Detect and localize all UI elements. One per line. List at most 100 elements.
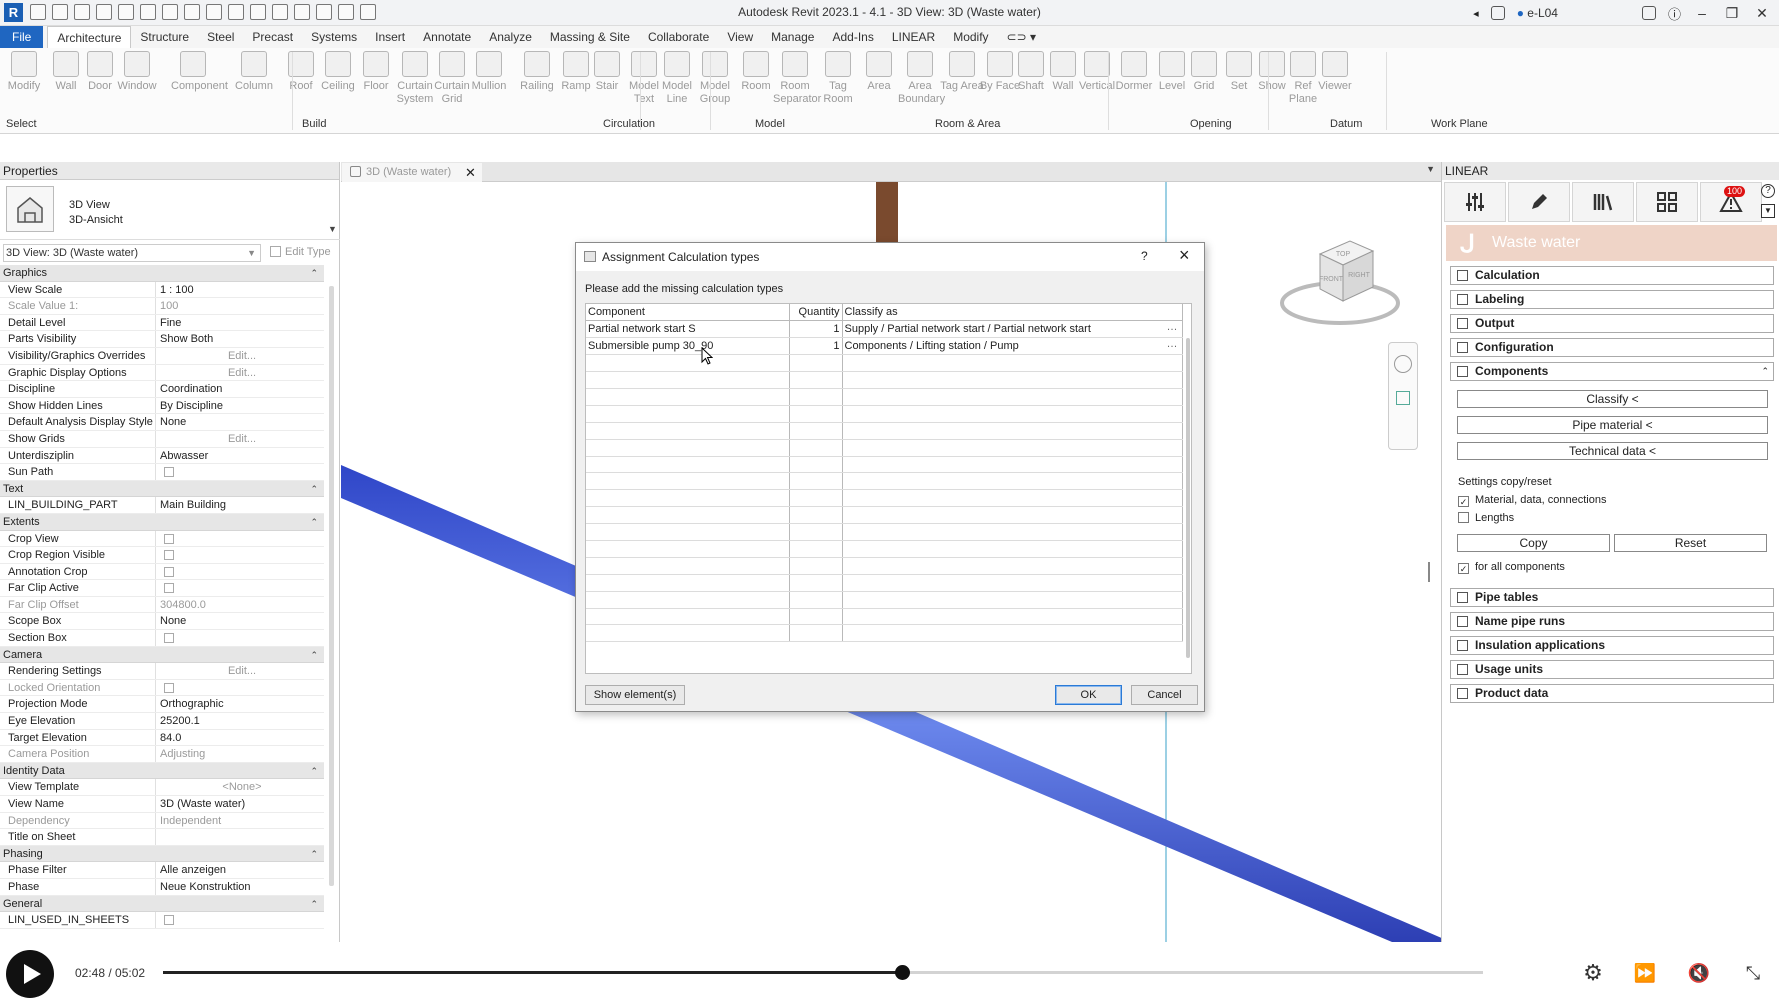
vertical-brown-pipe[interactable] <box>876 182 898 242</box>
property-row-far-clip-active[interactable]: Far Clip Active <box>0 580 324 597</box>
tab-modify[interactable]: Modify <box>944 26 997 48</box>
checkbox[interactable] <box>164 915 174 926</box>
checkbox-material-data-connections[interactable]: ✓ Material, data, connections <box>1458 493 1606 507</box>
section-phasing[interactable]: Phasing ⌃ <box>0 845 324 863</box>
property-row-graphic-display-options[interactable]: Graphic Display Options Edit... <box>0 364 324 382</box>
property-row-camera-position[interactable]: Camera Position Adjusting <box>0 746 324 763</box>
property-row-section-box[interactable]: Section Box <box>0 630 324 647</box>
collapse-icon[interactable]: ⌃ <box>310 647 318 664</box>
property-value[interactable]: Fine <box>156 315 324 331</box>
ribbon-tool-room[interactable]: Room <box>734 51 778 93</box>
ribbon-tool-room-separator[interactable]: Room Separator <box>773 51 821 106</box>
text-icon[interactable] <box>228 4 244 20</box>
property-value[interactable] <box>156 630 324 646</box>
tab-steel[interactable]: Steel <box>198 26 243 48</box>
viewcube[interactable]: TOP FRONT RIGHT <box>1275 229 1405 329</box>
restore-icon[interactable]: ❐ <box>1723 5 1741 22</box>
reset-button[interactable]: Reset <box>1614 534 1767 552</box>
user-account[interactable]: ● e-L04 <box>1517 6 1558 20</box>
tab-analyze[interactable]: Analyze <box>480 26 541 48</box>
property-row-sun-path[interactable]: Sun Path <box>0 464 324 481</box>
section-icon[interactable] <box>272 4 288 20</box>
revit-logo[interactable]: R <box>4 3 23 22</box>
progress-track[interactable] <box>163 965 1483 980</box>
property-value[interactable] <box>156 547 324 563</box>
property-value[interactable] <box>156 680 324 696</box>
property-value[interactable]: Edit... <box>156 431 324 447</box>
property-value[interactable]: <None> <box>156 779 324 795</box>
open-icon[interactable] <box>30 4 46 20</box>
checkbox-lengths[interactable]: Lengths <box>1458 511 1514 525</box>
close-icon[interactable]: ✕ <box>1753 5 1771 22</box>
classify-as-cell[interactable]: Supply / Partial network start / Partial… <box>842 320 1183 339</box>
ellipsis-button[interactable]: … <box>1167 321 1178 333</box>
view-tab-menu-icon[interactable]: ▼ <box>1426 164 1435 174</box>
ribbon-group-select[interactable]: Select <box>6 118 37 130</box>
save-icon[interactable] <box>52 4 68 20</box>
section-graphics[interactable]: Graphics ⌃ <box>0 265 324 282</box>
checkbox-box[interactable] <box>1458 512 1469 523</box>
ellipsis-button[interactable]: … <box>1167 338 1178 350</box>
checkbox[interactable] <box>164 533 174 544</box>
property-row-view-scale[interactable]: View Scale 1 : 100 <box>0 281 324 299</box>
tab-structure[interactable]: Structure <box>131 26 198 48</box>
property-value[interactable]: Coordination <box>156 381 324 397</box>
section-general[interactable]: General ⌃ <box>0 895 324 913</box>
property-value[interactable]: None <box>156 414 324 430</box>
tab-file[interactable]: File <box>0 26 44 48</box>
thin-lines-icon[interactable] <box>294 4 310 20</box>
property-value[interactable]: Edit... <box>156 663 324 679</box>
tab-architecture[interactable]: Architecture <box>47 26 132 48</box>
ribbon-tool-tag-room[interactable]: Tag Room <box>816 51 860 106</box>
property-row-detail-level[interactable]: Detail Level Fine <box>0 314 324 332</box>
property-value[interactable]: 3D (Waste water) <box>156 796 324 812</box>
property-row-phase-filter[interactable]: Phase Filter Alle anzeigen <box>0 862 324 879</box>
property-value[interactable]: Edit... <box>156 365 324 381</box>
property-value[interactable] <box>156 912 324 928</box>
minimize-player-icon[interactable]: ⤡ <box>1740 960 1766 986</box>
column-header-component[interactable]: Component <box>586 304 790 322</box>
section-labeling[interactable]: Labeling <box>1450 290 1774 309</box>
fast-forward-icon[interactable]: ⏩ <box>1632 960 1658 986</box>
classify-as-cell[interactable]: Components / Lifting station / Pump… <box>842 337 1183 356</box>
switch-windows-icon[interactable] <box>338 4 354 20</box>
property-row-view-name[interactable]: View Name 3D (Waste water) <box>0 796 324 813</box>
edit-type-button[interactable]: Edit Type <box>270 246 331 258</box>
section-usage-units[interactable]: Usage units <box>1450 660 1774 679</box>
ribbon-tool-mullion[interactable]: Mullion <box>467 51 511 93</box>
property-row-discipline[interactable]: Discipline Coordination <box>0 381 324 398</box>
property-value[interactable]: 1 : 100 <box>156 282 324 298</box>
property-row-dependency[interactable]: Dependency Independent <box>0 812 324 830</box>
steering-wheel-icon[interactable] <box>1394 355 1412 373</box>
property-value[interactable]: By Discipline <box>156 398 324 414</box>
property-row-show-hidden-lines[interactable]: Show Hidden Lines By Discipline <box>0 397 324 415</box>
property-row-phase[interactable]: Phase Neue Konstruktion <box>0 878 324 896</box>
ribbon-tool-floor[interactable]: Floor <box>354 51 398 93</box>
tab-3d-waste-water[interactable]: 3D (Waste water) ✕ <box>342 163 482 182</box>
ribbon-tool-window[interactable]: Window <box>115 51 159 93</box>
warning-icon[interactable]: 100 <box>1700 182 1762 222</box>
checkbox[interactable] <box>164 583 174 594</box>
component-button-pipe-material[interactable]: Pipe material < <box>1457 416 1768 434</box>
3d-view-icon[interactable] <box>250 4 266 20</box>
table-row[interactable]: Submersible pump 30_90 1 Components / Lift… <box>586 337 1183 356</box>
property-row-eye-elevation[interactable]: Eye Elevation 25200.1 <box>0 713 324 730</box>
property-row-title-on-sheet[interactable]: Title on Sheet <box>0 829 324 846</box>
property-value[interactable] <box>156 829 324 845</box>
section-identity-data[interactable]: Identity Data ⌃ <box>0 762 324 780</box>
progress-knob[interactable] <box>894 965 910 980</box>
tab-annotate[interactable]: Annotate <box>414 26 480 48</box>
property-row-rendering-settings[interactable]: Rendering Settings Edit... <box>0 663 324 680</box>
print-icon[interactable] <box>140 4 156 20</box>
property-value[interactable]: Adjusting <box>156 746 324 762</box>
section-camera[interactable]: Camera ⌃ <box>0 646 324 664</box>
property-row-lin-building-part[interactable]: LIN_BUILDING_PART Main Building <box>0 497 324 514</box>
property-value[interactable]: Neue Konstruktion <box>156 879 324 895</box>
table-row[interactable]: Partial network start S 1 Supply / Partial… <box>586 320 1183 339</box>
property-row-parts-visibility[interactable]: Parts Visibility Show Both <box>0 331 324 348</box>
checkbox-for-all-components[interactable]: ✓ for all components <box>1458 560 1565 574</box>
tab-insert[interactable]: Insert <box>366 26 414 48</box>
collapse-icon[interactable]: ⌃ <box>310 481 318 498</box>
linear-collapse-icon[interactable]: ▼ <box>1761 204 1775 218</box>
dialog-close-icon[interactable]: × <box>1179 245 1190 266</box>
